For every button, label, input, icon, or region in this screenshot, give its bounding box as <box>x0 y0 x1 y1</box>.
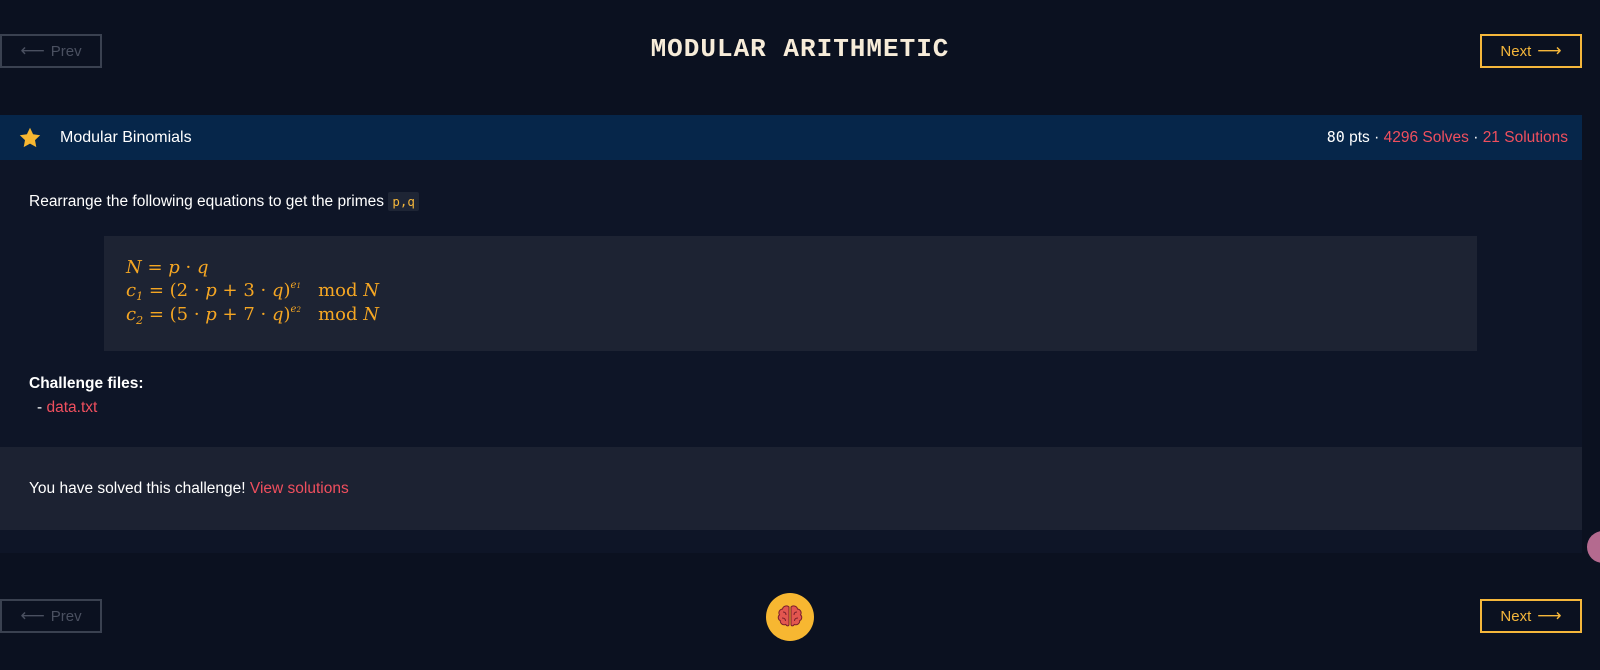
arrow-right-icon: ⟶ <box>1537 606 1562 626</box>
chat-bubble-icon[interactable] <box>1587 531 1600 563</box>
points-value: 80 <box>1326 128 1345 146</box>
next-button-bottom[interactable]: Next ⟶ <box>1480 599 1582 633</box>
page-title: MODULAR ARITHMETIC <box>650 34 950 64</box>
arrow-right-icon: ⟶ <box>1537 41 1562 61</box>
arrow-left-icon: ⟵ <box>20 606 45 626</box>
solved-text: You have solved this challenge! View sol… <box>29 480 349 498</box>
equation-line-3: c2 = (5 · p + 7 · q)e2 mod N <box>126 304 379 327</box>
prev-label: Prev <box>50 607 82 625</box>
solves-link[interactable]: 4296 Solves <box>1384 129 1469 146</box>
next-label: Next <box>1500 607 1532 625</box>
equation-line-2: c1 = (2 · p + 3 · q)e1 mod N <box>126 280 379 303</box>
stats-separator: · <box>1473 129 1479 146</box>
challenge-description: Rearrange the following equations to get… <box>29 192 419 211</box>
challenge-card: Modular Binomials 80 pts · 4296 Solves ·… <box>0 115 1582 553</box>
solved-message: You have solved this challenge! <box>29 479 246 497</box>
file-row: - data.txt <box>29 399 144 417</box>
challenge-header[interactable]: Modular Binomials 80 pts · 4296 Solves ·… <box>0 115 1582 160</box>
view-solutions-link[interactable]: View solutions <box>250 480 349 497</box>
challenge-files: Challenge files: - data.txt <box>29 375 144 417</box>
next-button-top[interactable]: Next ⟶ <box>1480 34 1582 68</box>
equations-block: N = p · q c1 = (2 · p + 3 · q)e1 mod N c… <box>104 236 1477 351</box>
brain-icon <box>777 605 803 627</box>
primes-code: p,q <box>388 192 419 211</box>
file-dash: - <box>37 399 43 416</box>
brain-button[interactable] <box>766 593 814 641</box>
prev-button-bottom[interactable]: ⟵ Prev <box>0 599 102 633</box>
challenge-stats: 80 pts · 4296 Solves · 21 Solutions <box>1327 128 1568 147</box>
equation-line-1: N = p · q <box>126 257 209 278</box>
files-heading: Challenge files: <box>29 375 144 392</box>
file-link-data-txt[interactable]: data.txt <box>46 399 97 416</box>
description-text: Rearrange the following equations to get… <box>29 193 384 210</box>
challenge-name: Modular Binomials <box>60 128 192 146</box>
stats-separator: · <box>1374 129 1380 146</box>
points-unit: pts <box>1349 129 1370 146</box>
solved-banner: You have solved this challenge! View sol… <box>0 447 1582 530</box>
solutions-link[interactable]: 21 Solutions <box>1483 129 1568 146</box>
star-icon[interactable] <box>18 126 42 150</box>
next-label: Next <box>1500 42 1532 60</box>
